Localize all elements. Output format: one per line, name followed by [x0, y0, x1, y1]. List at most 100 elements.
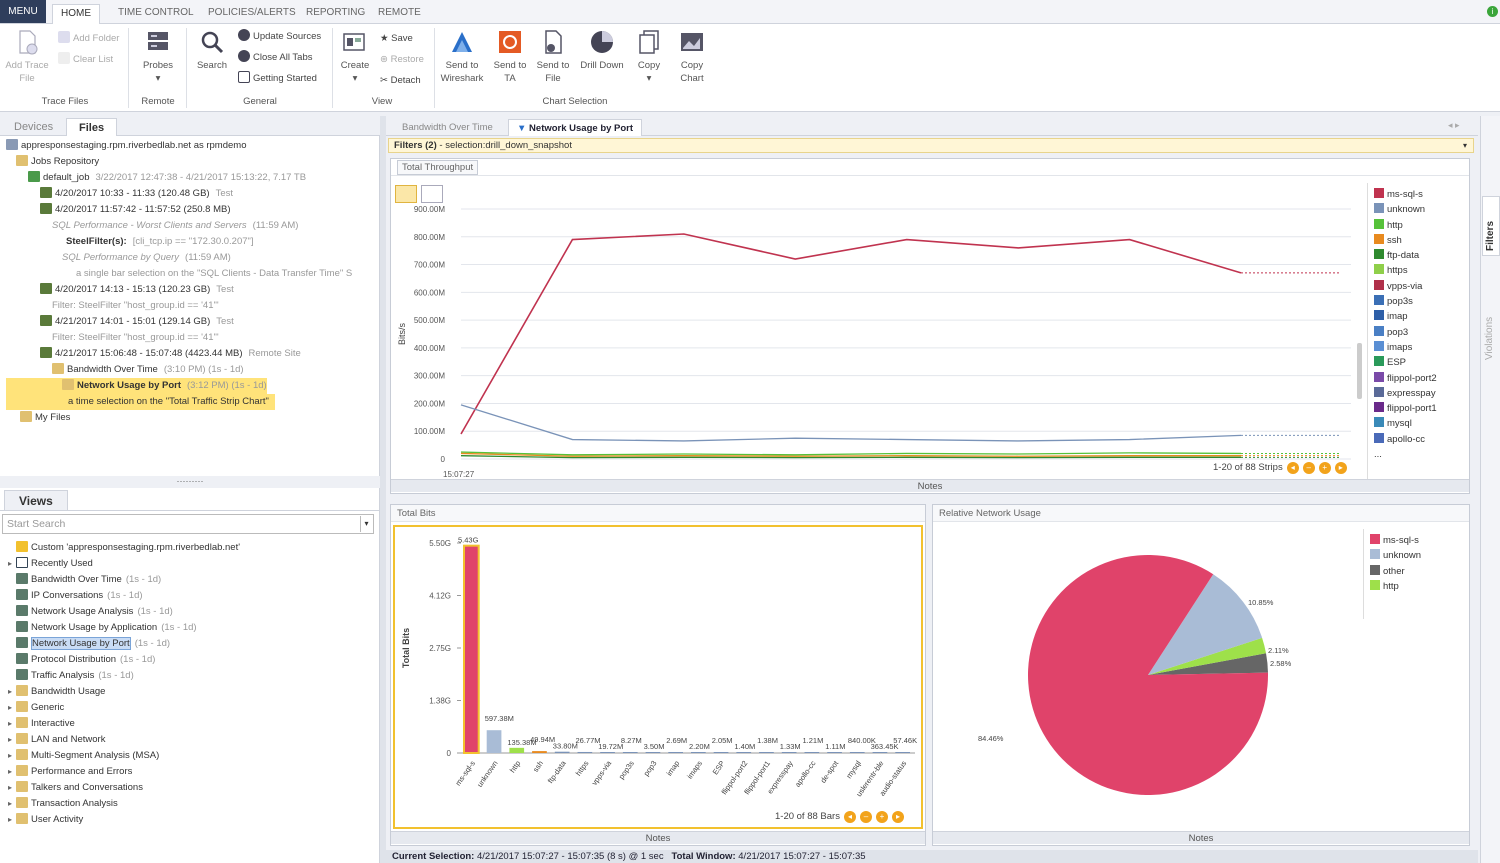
tree-item[interactable]: appresponsestaging.rpm.riverbedlab.net a…: [6, 138, 378, 154]
view-item[interactable]: Protocol Distribution (1s - 1d): [8, 652, 378, 668]
checkbox-icon[interactable]: [1374, 417, 1384, 428]
tree-item[interactable]: default_job 3/22/2017 12:47:38 - 4/21/201…: [6, 170, 378, 186]
expander-icon[interactable]: ▸: [8, 684, 16, 700]
checkbox-icon[interactable]: [1374, 264, 1384, 275]
expander-icon[interactable]: ▸: [8, 748, 16, 764]
view-item[interactable]: ▸ Performance and Errors: [8, 764, 378, 780]
search-button[interactable]: Search: [192, 28, 232, 72]
view-item[interactable]: Bandwidth Over Time (1s - 1d): [8, 572, 378, 588]
tab-scroll-arrows[interactable]: ◂ ▸: [1448, 120, 1460, 131]
expander-icon[interactable]: ▸: [8, 812, 16, 828]
tab-bandwidth-over-time[interactable]: Bandwidth Over Time: [394, 119, 501, 136]
legend-item[interactable]: unknown: [1370, 548, 1463, 563]
view-item[interactable]: ▸ LAN and Network: [8, 732, 378, 748]
tree-item[interactable]: Network Usage by Port (3:12 PM) (1s - 1d): [6, 378, 267, 394]
send-to-ta-button[interactable]: Send to TA: [488, 28, 532, 85]
plus-icon[interactable]: +: [875, 811, 888, 823]
next-icon[interactable]: ▸: [891, 811, 904, 823]
tab-remote[interactable]: REMOTE: [370, 4, 429, 24]
checkbox-icon[interactable]: [1374, 371, 1384, 382]
chevron-down-icon[interactable]: ▾: [1463, 139, 1467, 152]
legend-item[interactable]: ...: [1374, 447, 1467, 462]
create-button[interactable]: Create ▾: [338, 28, 372, 85]
relative-usage-pie-chart[interactable]: 84.46% 10.85% 2.11% 2.58%: [933, 525, 1363, 829]
expander-icon[interactable]: ▸: [8, 764, 16, 780]
tree-item[interactable]: SQL Performance - Worst Clients and Serv…: [6, 218, 378, 234]
minus-icon[interactable]: –: [859, 811, 872, 823]
tab-devices[interactable]: Devices: [2, 118, 65, 136]
legend-item[interactable]: ms-sql-s: [1374, 187, 1467, 202]
tree-item[interactable]: a single bar selection on the "SQL Clien…: [6, 266, 378, 282]
legend-item[interactable]: http: [1370, 579, 1463, 594]
view-item[interactable]: ▸ Recently Used: [8, 556, 378, 572]
throughput-line-chart[interactable]: 900.00M 800.00M 700.00M 600.00M 500.00M 400.0…: [391, 179, 1366, 479]
tab-policies-alerts[interactable]: POLICIES/ALERTS: [200, 4, 304, 24]
tab-time-control[interactable]: TIME CONTROL: [110, 4, 202, 24]
view-item[interactable]: ▸ Talkers and Conversations: [8, 780, 378, 796]
tab-violations[interactable]: Violations: [1482, 296, 1500, 366]
legend-item[interactable]: unknown: [1374, 202, 1467, 217]
notes-bar[interactable]: Notes: [391, 479, 1469, 492]
view-item[interactable]: ▸ User Activity: [8, 812, 378, 828]
next-icon[interactable]: ▸: [1334, 462, 1347, 474]
tree-item[interactable]: Bandwidth Over Time (3:10 PM) (1s - 1d): [6, 362, 378, 378]
scrollbar[interactable]: [1357, 343, 1362, 399]
previous-icon[interactable]: ◂: [1286, 462, 1299, 474]
checkbox-icon[interactable]: [1374, 203, 1384, 214]
update-sources-button[interactable]: Update Sources: [238, 28, 321, 46]
status-icon[interactable]: i: [1487, 6, 1498, 17]
tab-reporting[interactable]: REPORTING: [298, 4, 373, 24]
legend-item[interactable]: https: [1374, 263, 1467, 278]
tree-item[interactable]: SteelFilter(s): [cli_tcp.ip == "172.30.0.…: [6, 234, 378, 250]
views-search-input[interactable]: Start Search: [2, 514, 374, 534]
save-button[interactable]: ★ Save: [380, 30, 413, 48]
total-bits-bar-chart[interactable]: 5.50G 4.12G 2.75G 1.38G 0 Total Bits 5.43G ms-s…: [395, 527, 919, 827]
view-item[interactable]: IP Conversations (1s - 1d): [8, 588, 378, 604]
legend-item[interactable]: ms-sql-s: [1370, 533, 1463, 548]
checkbox-icon[interactable]: [1374, 356, 1384, 367]
tree-item[interactable]: 4/20/2017 11:57:42 - 11:57:52 (250.8 MB): [6, 202, 378, 218]
tree-item[interactable]: Filter: SteelFilter "host_group.id == '4…: [6, 330, 378, 346]
legend-item[interactable]: ftp-data: [1374, 248, 1467, 263]
close-all-tabs-button[interactable]: Close All Tabs: [238, 49, 313, 67]
legend-item[interactable]: http: [1374, 218, 1467, 233]
tree-item[interactable]: 4/21/2017 15:06:48 - 15:07:48 (4423.44 M…: [6, 346, 378, 362]
checkbox-icon[interactable]: [1374, 233, 1384, 244]
tree-item[interactable]: 4/21/2017 14:01 - 15:01 (129.14 GB) Test: [6, 314, 378, 330]
view-item[interactable]: ▸ Multi-Segment Analysis (MSA): [8, 748, 378, 764]
checkbox-icon[interactable]: [1374, 279, 1384, 290]
view-item[interactable]: Traffic Analysis (1s - 1d): [8, 668, 378, 684]
expander-icon[interactable]: ▸: [8, 732, 16, 748]
view-item[interactable]: ▸ Interactive: [8, 716, 378, 732]
legend-item[interactable]: flippol-port1: [1374, 401, 1467, 416]
legend-item[interactable]: apollo-cc: [1374, 432, 1467, 447]
view-item[interactable]: ▸ Bandwidth Usage: [8, 684, 378, 700]
legend-item[interactable]: other: [1370, 564, 1463, 579]
restore-button[interactable]: ⊛ Restore: [380, 51, 424, 69]
tree-item[interactable]: a time selection on the "Total Traffic S…: [6, 394, 275, 410]
expander-icon[interactable]: ▸: [8, 796, 16, 812]
tree-item[interactable]: SQL Performance by Query (11:59 AM): [6, 250, 378, 266]
expander-icon[interactable]: ▸: [8, 700, 16, 716]
view-item[interactable]: Network Usage by Port (1s - 1d): [8, 636, 378, 652]
minus-icon[interactable]: –: [1302, 462, 1315, 474]
notes-bar[interactable]: Notes: [933, 831, 1469, 844]
drill-down-button[interactable]: Drill Down: [576, 28, 628, 72]
copy-button[interactable]: Copy ▾: [630, 28, 668, 85]
tree-item[interactable]: 4/20/2017 14:13 - 15:13 (120.23 GB) Test: [6, 282, 378, 298]
checkbox-icon[interactable]: [1374, 340, 1384, 351]
panel-splitter[interactable]: ⋯⋯⋯: [0, 476, 380, 488]
legend-item[interactable]: expresspay: [1374, 386, 1467, 401]
chevron-down-icon[interactable]: ▾: [360, 516, 372, 532]
legend-item[interactable]: vpps-via: [1374, 279, 1467, 294]
tab-network-usage-by-port[interactable]: ▼ Network Usage by Port: [508, 119, 643, 136]
view-item[interactable]: Network Usage Analysis (1s - 1d): [8, 604, 378, 620]
filter-bar[interactable]: Filters (2) - selection:drill_down_snaps…: [388, 138, 1474, 153]
checkbox-icon[interactable]: [1374, 386, 1384, 397]
checkbox-icon[interactable]: [1374, 295, 1384, 306]
send-to-file-button[interactable]: Send to File: [532, 28, 574, 85]
legend-item[interactable]: pop3: [1374, 325, 1467, 340]
getting-started-button[interactable]: Getting Started: [238, 70, 317, 88]
checkbox-icon[interactable]: [1374, 432, 1384, 443]
checkbox-icon[interactable]: [1374, 249, 1384, 260]
